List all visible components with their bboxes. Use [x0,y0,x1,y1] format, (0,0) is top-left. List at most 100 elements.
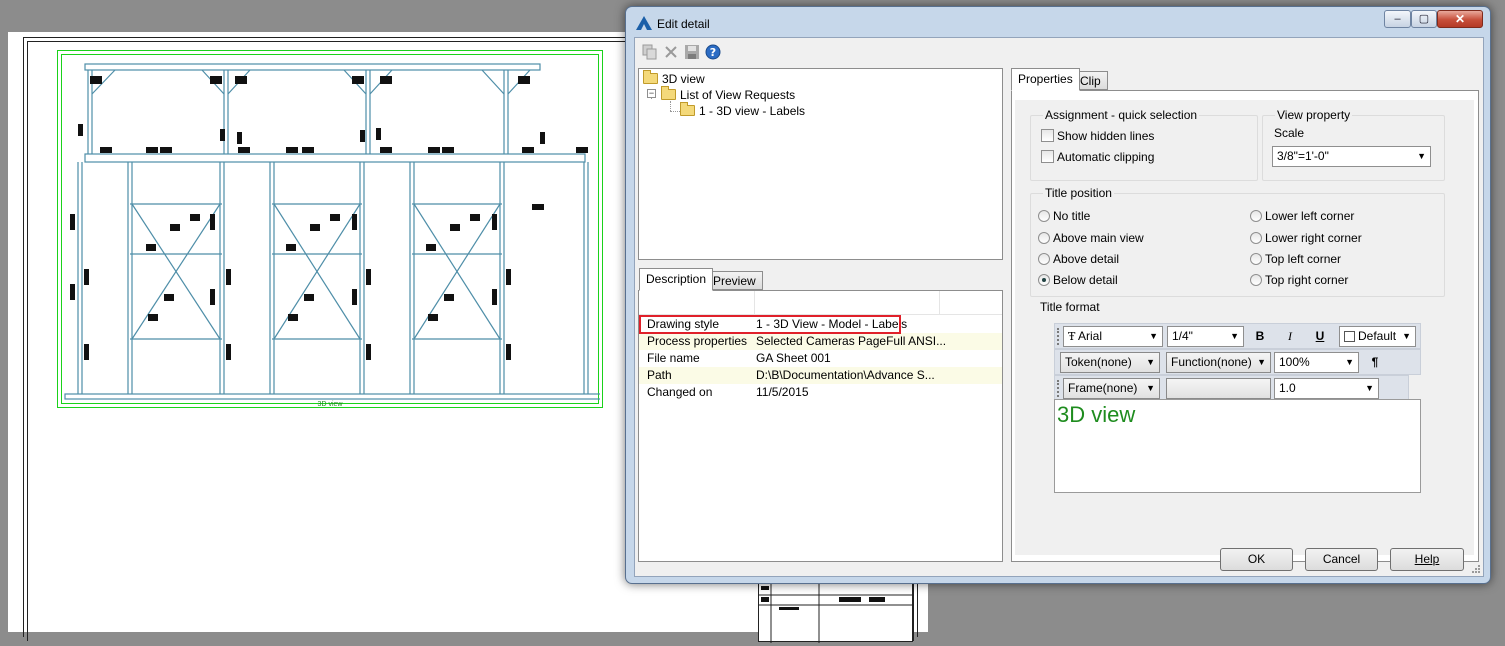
tree-item-3d-view[interactable]: 3D view [643,70,705,87]
assignment-group: Assignment - quick selection Show hidden… [1030,109,1258,181]
folder-icon [680,102,695,116]
group-label: View property [1275,108,1353,122]
dialog-titlebar[interactable]: Edit detail – ▢ ✕ [626,7,1490,39]
maximize-button[interactable]: ▢ [1411,10,1437,28]
radio-label: No title [1053,209,1091,223]
close-button[interactable]: ✕ [1437,10,1483,28]
properties-panel: Assignment - quick selection Show hidden… [1011,90,1479,562]
table-row[interactable]: Path D:\B\Documentation\Advance S... [639,367,1002,384]
frame-style-field[interactable] [1166,378,1271,399]
token-value: Token(none) [1065,355,1132,369]
scale-value: 3/8"=1'-0" [1277,149,1329,163]
row-value: D:\B\Documentation\Advance S... [756,368,935,382]
title-text-editor[interactable]: 3D view [1054,399,1421,493]
chevron-down-icon: ▼ [1257,357,1266,367]
view-property-group: View property Scale 3/8"=1'-0" ▼ [1262,109,1445,181]
folder-icon [643,70,658,84]
scale-dropdown[interactable]: 3/8"=1'-0" ▼ [1272,146,1431,167]
highlight-box [639,315,901,334]
font-type-icon: Ŧ [1068,330,1076,343]
token-dropdown[interactable]: Token(none) ▼ [1060,352,1160,373]
tab-properties[interactable]: Properties [1011,68,1080,91]
frame-value: Frame(none) [1068,381,1138,395]
bold-button[interactable]: B [1249,327,1271,347]
radio-lower-left-corner[interactable]: Lower left corner [1250,208,1354,224]
radio-circle [1038,210,1050,222]
minimize-button[interactable]: – [1384,10,1411,28]
underline-button[interactable]: U [1309,327,1331,347]
frame-dropdown[interactable]: Frame(none) ▼ [1063,378,1160,399]
sheet-title-block [758,582,914,643]
radio-label: Top right corner [1265,273,1349,287]
folder-icon [661,86,676,100]
chevron-down-icon: ▼ [1149,331,1158,341]
toolbar-grip[interactable] [1057,328,1060,345]
collapse-icon[interactable]: − [647,89,656,98]
help-button[interactable]: Help [1390,548,1464,571]
resize-grip-icon[interactable] [1471,564,1481,574]
paragraph-button[interactable]: ¶ [1364,353,1386,373]
radio-top-right-corner[interactable]: Top right corner [1250,272,1348,288]
radio-top-left-corner[interactable]: Top left corner [1250,251,1341,267]
tree-item-3d-view-labels[interactable]: 1 - 3D view - Labels [680,102,805,119]
chevron-down-icon: ▼ [1345,357,1354,367]
save-icon[interactable] [684,44,700,60]
table-row[interactable]: File name GA Sheet 001 [639,350,1002,367]
radio-above-detail[interactable]: Above detail [1038,251,1119,267]
radio-circle [1250,253,1262,265]
minimize-icon: – [1394,13,1401,25]
color-dropdown[interactable]: Default ▼ [1339,326,1416,347]
tab-preview[interactable]: Preview [706,271,763,290]
group-label: Title position [1043,186,1114,200]
radio-lower-right-corner[interactable]: Lower right corner [1250,230,1362,246]
row-value: GA Sheet 001 [756,351,831,365]
group-label: Title format [1038,300,1102,314]
chevron-down-icon: ▼ [1230,331,1239,341]
description-table: Drawing style 1 - 3D View - Model - Labe… [638,290,1003,562]
tree-item-label: List of View Requests [680,88,796,102]
app-logo-icon [636,16,652,30]
width-percent-dropdown[interactable]: 100% ▼ [1274,352,1359,373]
chevron-down-icon: ▼ [1402,331,1411,341]
copy-icon[interactable] [642,44,658,60]
tree-item-list-of-view-requests[interactable]: List of View Requests [661,86,796,103]
delete-icon[interactable] [663,44,679,60]
radio-no-title[interactable]: No title [1038,208,1090,224]
row-key: File name [647,351,700,365]
color-value: Default [1358,329,1397,343]
function-dropdown[interactable]: Function(none) ▼ [1166,352,1271,373]
line-spacing-value: 1.0 [1279,381,1296,395]
edit-detail-dialog: Edit detail – ▢ ✕ ? 3D view − List of Vi… [625,6,1491,584]
table-row[interactable]: Process properties Selected Cameras Page… [639,333,1002,350]
radio-below-detail[interactable]: Below detail [1038,272,1118,288]
font-size-dropdown[interactable]: 1/4" ▼ [1167,326,1244,347]
row-key: Process properties [647,334,748,348]
font-dropdown[interactable]: Ŧ Arial ▼ [1063,326,1163,347]
chevron-down-icon: ▼ [1146,357,1155,367]
dialog-client-area: ? 3D view − List of View Requests 1 - 3D… [634,37,1484,577]
toolbar-grip[interactable] [1057,380,1060,397]
svg-text:?: ? [710,46,716,59]
radio-circle [1250,232,1262,244]
radio-above-main-view[interactable]: Above main view [1038,230,1144,246]
row-key: Path [647,368,672,382]
table-row[interactable]: Changed on 11/5/2015 [639,384,1002,401]
help-icon[interactable]: ? [705,44,721,60]
ok-button[interactable]: OK [1220,548,1293,571]
steel-structure-drawing [64,63,600,400]
tab-description[interactable]: Description [639,268,714,291]
font-value: Arial [1078,329,1103,343]
cancel-button[interactable]: Cancel [1305,548,1378,571]
view-tree[interactable]: 3D view − List of View Requests 1 - 3D v… [638,68,1003,260]
line-spacing-dropdown[interactable]: 1.0 ▼ [1274,378,1379,399]
show-hidden-lines-checkbox[interactable]: Show hidden lines [1041,128,1154,144]
italic-button[interactable]: I [1279,327,1301,347]
automatic-clipping-checkbox[interactable]: Automatic clipping [1041,149,1154,165]
row-value: Selected Cameras PageFull ANSI... [756,334,947,348]
format-toolbar-frame: Frame(none) ▼ 1.0 ▼ [1054,375,1409,401]
group-label: Assignment - quick selection [1043,108,1200,122]
properties-content: Assignment - quick selection Show hidden… [1015,100,1474,555]
chevron-down-icon: ▼ [1146,383,1155,393]
radio-circle [1250,274,1262,286]
font-size-value: 1/4" [1172,329,1193,343]
